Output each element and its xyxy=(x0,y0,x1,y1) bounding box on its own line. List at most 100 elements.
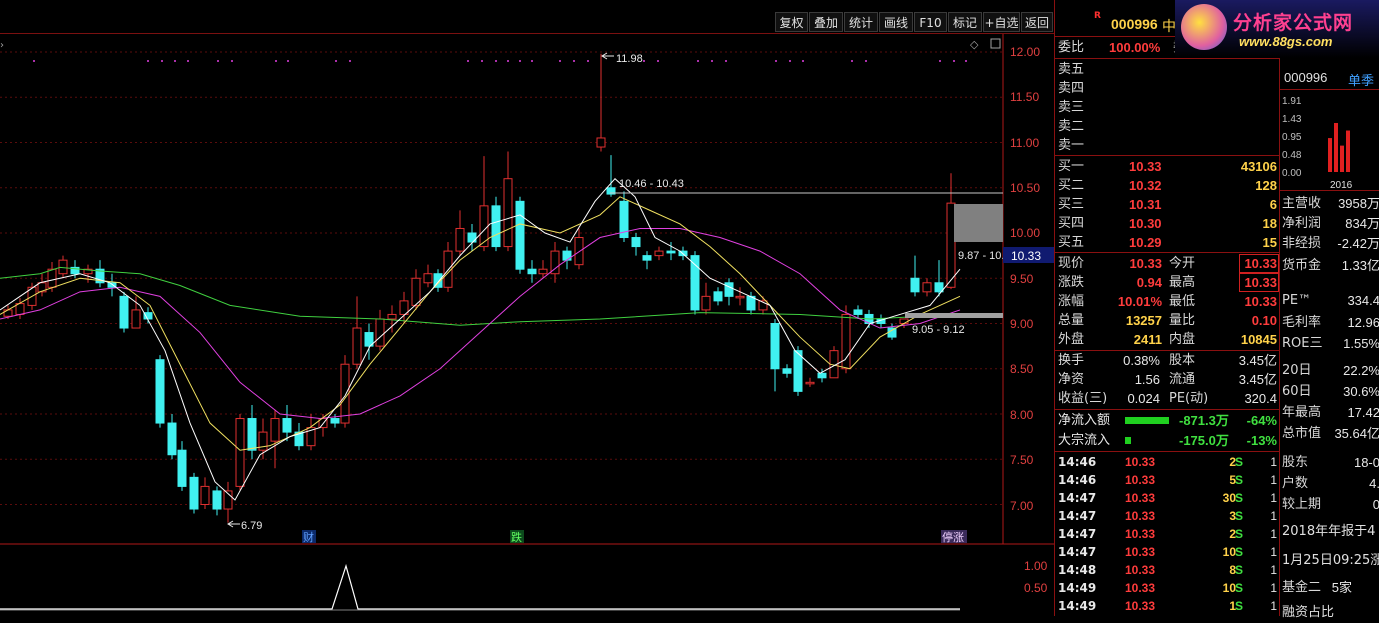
fin-row: 毛利率 12.96 xyxy=(1282,313,1379,333)
candle-up xyxy=(352,327,362,365)
fin-row: PE™ 334.4 xyxy=(1282,291,1379,311)
signal-dot xyxy=(711,60,713,62)
stat-row: 外盘 2411 内盘 10845 xyxy=(1055,330,1280,349)
buy-level-row[interactable]: 买一 10.33 43106 xyxy=(1055,157,1280,176)
signal-dot xyxy=(349,60,351,62)
signal-dot xyxy=(657,60,659,62)
add-watchlist-button[interactable]: +自选 xyxy=(983,12,1020,32)
stat-label: 流通 xyxy=(1169,372,1196,387)
buy-level-row[interactable]: 买三 10.31 6 xyxy=(1055,195,1280,214)
stat-value: 320.4 xyxy=(1244,391,1277,406)
fin-label: 股东 xyxy=(1282,455,1309,470)
candle-down xyxy=(782,368,792,374)
fin-row: 较上期 0 xyxy=(1282,495,1379,515)
back-button[interactable]: 返回 xyxy=(1021,12,1053,32)
flow-label: 大宗流入 xyxy=(1058,433,1111,448)
stat-value: 3.45亿 xyxy=(1238,372,1277,387)
fin-value: 4. xyxy=(1369,476,1379,491)
tick-side: S xyxy=(1235,473,1244,487)
sell-level-row[interactable]: 卖一 xyxy=(1055,136,1280,155)
candle-down xyxy=(910,277,920,293)
period-tab[interactable]: 单季 xyxy=(1348,70,1374,89)
mini-bar-chart: 1.91 1.43 0.95 0.48 0.00 2016 xyxy=(1282,96,1353,190)
candle-down xyxy=(793,350,803,392)
candle-down xyxy=(282,418,292,433)
fin-label: 非经损 xyxy=(1282,236,1322,251)
tick-row: 14:49 10.33 1 S 1 xyxy=(1055,597,1280,616)
tick-time: 14:48 xyxy=(1058,563,1097,577)
stat-row: 换手 0.38% 股本 3.45亿 xyxy=(1055,351,1280,370)
stats-button[interactable]: 统计 xyxy=(844,12,878,32)
tick-price: 10.33 xyxy=(1125,581,1156,595)
stat-label: 最高 xyxy=(1169,275,1196,290)
tick-side: S xyxy=(1235,455,1244,469)
f10-button[interactable]: F10 xyxy=(914,12,947,32)
r-flag: R xyxy=(1094,11,1101,21)
tick-row: 14:47 10.33 3 S 1 xyxy=(1055,507,1280,526)
buy-level-volume: 18 xyxy=(1262,216,1277,231)
fin-value: 30.6% xyxy=(1343,384,1379,399)
diamond-icon[interactable]: ◇ xyxy=(970,38,979,51)
mini-year: 2016 xyxy=(1330,180,1353,190)
stat-label: 涨跌 xyxy=(1058,275,1085,290)
box-lower-label: 9.05 - 9.12 xyxy=(912,324,965,336)
stat-label: 涨幅 xyxy=(1058,294,1085,309)
chart-toolbar: 复权 叠加 统计 画线 F10 标记 +自选 返回 xyxy=(0,0,1054,34)
flow-bar xyxy=(1125,437,1131,444)
fin-row: 货币金 1.33亿 xyxy=(1282,256,1379,276)
chevron-right-icon[interactable]: › xyxy=(0,40,4,51)
overlay-button[interactable]: 叠加 xyxy=(809,12,843,32)
candles-layer xyxy=(3,53,956,523)
cai-marker[interactable]: 财 xyxy=(303,530,314,544)
flow-label: 净流入额 xyxy=(1058,413,1111,428)
zhangting-marker[interactable]: 停涨 xyxy=(942,530,964,544)
quote-panel: R 000996 中 委比 100.00% 委差 卖五卖四卖三卖二卖一 买一10… xyxy=(1054,0,1280,616)
sell-level-row[interactable]: 卖二 xyxy=(1055,117,1280,136)
signal-dot xyxy=(147,60,149,62)
price-tick: 7.00 xyxy=(1010,499,1034,513)
draw-line-button[interactable]: 画线 xyxy=(879,12,913,32)
sell-level-label: 卖三 xyxy=(1058,100,1085,115)
sell-level-row[interactable]: 卖三 xyxy=(1055,98,1280,117)
fuquan-button[interactable]: 复权 xyxy=(775,12,808,32)
expand-icon[interactable] xyxy=(990,38,1001,49)
candle-down xyxy=(491,205,501,248)
kline-chart[interactable]: 11.98 6.79 10.46 - 10.43 9.87 - 10.66 9.… xyxy=(0,34,1054,616)
die-marker[interactable]: 跌 xyxy=(511,530,522,544)
tick-price: 10.33 xyxy=(1125,599,1156,613)
candle-up xyxy=(735,295,745,299)
stat-label: 现价 xyxy=(1058,256,1085,271)
candle-down xyxy=(189,476,199,510)
stat-label: PE(动) xyxy=(1169,391,1209,406)
buy-level-volume: 43106 xyxy=(1240,159,1277,174)
candle-up xyxy=(899,318,909,325)
mini-tick: 0.00 xyxy=(1282,168,1302,179)
candle-down xyxy=(177,449,187,487)
price-tick: 12.00 xyxy=(1010,45,1041,59)
stat-label: 最低 xyxy=(1169,294,1196,309)
candle-up xyxy=(387,313,397,320)
buy-level-price: 10.30 xyxy=(1129,216,1162,231)
candle-down xyxy=(330,418,340,424)
flow-pct: -64% xyxy=(1246,413,1277,428)
tick-count: 1 xyxy=(1270,563,1277,577)
buy-level-row[interactable]: 买五 10.29 15 xyxy=(1055,233,1280,252)
tick-time: 14:46 xyxy=(1058,455,1097,469)
sell-level-row[interactable]: 卖四 xyxy=(1055,79,1280,98)
flow-row: 净流入额 -871.3万 -64% xyxy=(1055,411,1280,430)
candle-up xyxy=(654,250,664,257)
mark-button[interactable]: 标记 xyxy=(948,12,982,32)
signal-dot xyxy=(467,60,469,62)
candle-up xyxy=(3,309,13,317)
buy-level-row[interactable]: 买四 10.30 18 xyxy=(1055,214,1280,233)
fin-label: 较上期 xyxy=(1282,497,1322,512)
fin-value: 3958万 xyxy=(1338,196,1379,211)
fin-label: 毛利率 xyxy=(1282,315,1322,330)
sell-level-row[interactable]: 卖五 xyxy=(1055,60,1280,79)
sell-level-label: 卖五 xyxy=(1058,62,1085,77)
candle-up xyxy=(455,227,465,252)
buy-level-row[interactable]: 买二 10.32 128 xyxy=(1055,176,1280,195)
stat-value: 13257 xyxy=(1125,313,1162,328)
tick-side: S xyxy=(1235,599,1244,613)
stat-value: 3.45亿 xyxy=(1238,353,1277,368)
